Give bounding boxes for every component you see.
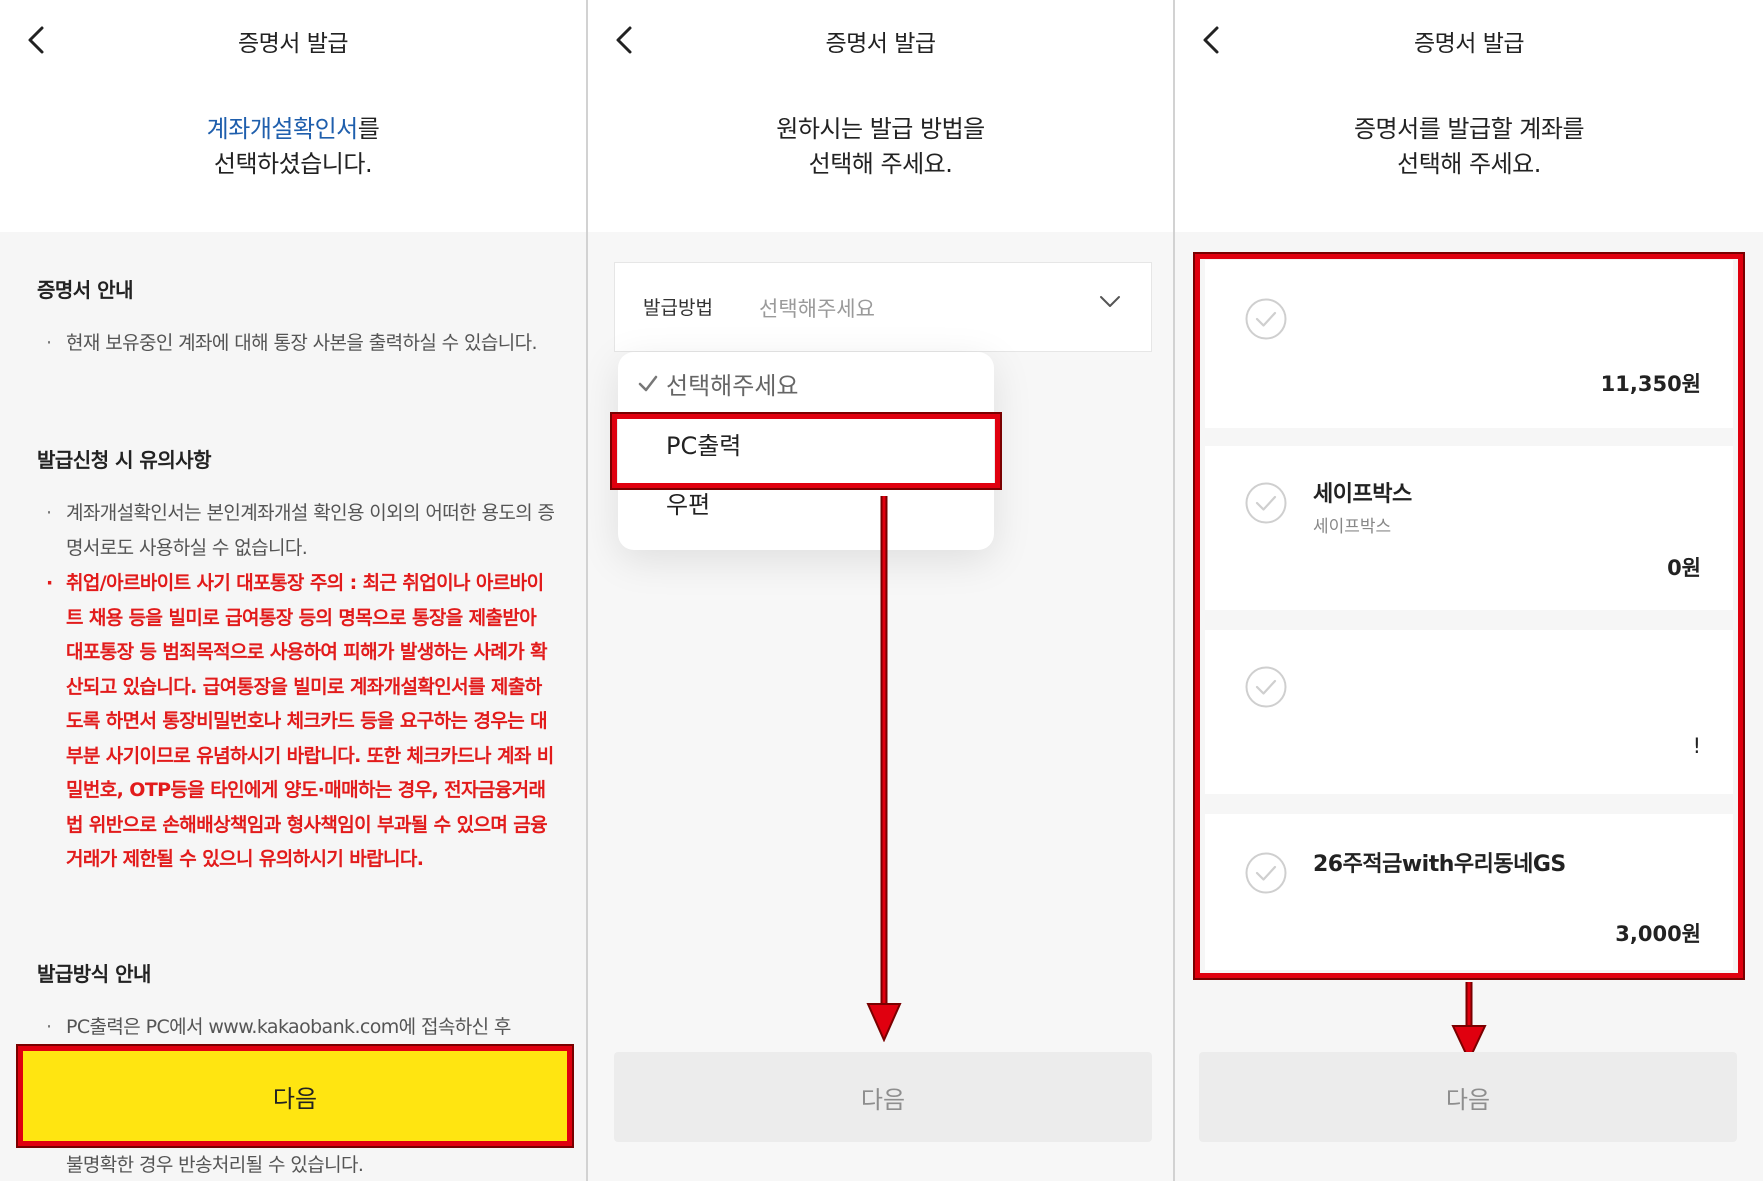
warning-bullet: · 취업/아르바이트 사기 대포통장 주의 : 최근 취업이나 아르바이트 채용 … — [46, 572, 554, 870]
panel-account-select: 증명서 발급 증명서를 발급할 계좌를 선택해 주세요. 11,350원 세이프… — [1175, 0, 1763, 1181]
page-title: 증명서 발급 — [237, 31, 349, 57]
bullet-item: · 계좌개설확인서는 본인계좌개설 확인용 이외의 어떠한 용도의 증명서로도 사… — [46, 502, 555, 559]
highlight-box — [18, 1046, 572, 1146]
headline-line2: 선택해 주세요. — [1397, 150, 1541, 178]
headline: 증명서를 발급할 계좌를 선택해 주세요. — [1175, 112, 1763, 182]
section-title-notice: 발급신청 시 유의사항 — [37, 448, 212, 472]
footer-note: 불명확한 경우 반송처리될 수 있습니다. — [66, 1154, 364, 1176]
bullet-text: PC출력은 PC에서 www.kakaobank.com에 접속하신 후 — [66, 1016, 511, 1038]
arrow-down-icon — [1451, 982, 1487, 1062]
warning-text: 취업/아르바이트 사기 대포통장 주의 : 최근 취업이나 아르바이트 채용 등… — [66, 572, 554, 870]
section-title-certificate-info: 증명서 안내 — [37, 278, 133, 302]
header: 증명서 발급 — [1175, 0, 1763, 84]
headline-line1: 증명서를 발급할 계좌를 — [1353, 115, 1585, 143]
page-title: 증명서 발급 — [1413, 31, 1525, 57]
headline: 계좌개설확인서를 선택하셨습니다. — [0, 112, 586, 182]
headline-line1: 원하시는 발급 방법을 — [776, 115, 985, 143]
section-title-issue-method: 발급방식 안내 — [37, 962, 151, 986]
selected-certificate-name: 계좌개설확인서 — [206, 115, 359, 143]
next-button[interactable]: 다음 — [614, 1052, 1152, 1142]
panel-issue-method: 증명서 발급 원하시는 발급 방법을 선택해 주세요. 발급방법 선택해주세요 … — [588, 0, 1175, 1181]
bullet-item: · PC출력은 PC에서 www.kakaobank.com에 접속하신 후 — [46, 1016, 511, 1038]
header: 증명서 발급 — [0, 0, 586, 84]
header: 증명서 발급 — [588, 0, 1173, 84]
headline-line2: 선택하셨습니다. — [213, 150, 373, 178]
page-title: 증명서 발급 — [825, 31, 936, 57]
bullet-text: 계좌개설확인서는 본인계좌개설 확인용 이외의 어떠한 용도의 증명서로도 사용… — [66, 502, 555, 559]
panel-certificate-info: 증명서 발급 계좌개설확인서를 선택하셨습니다. 증명서 안내 · 현재 보유중인… — [0, 0, 588, 1181]
select-value: 선택해주세요 — [759, 297, 875, 321]
headline-line2: 선택해 주세요. — [808, 150, 953, 178]
arrow-down-icon — [866, 496, 902, 1042]
highlight-box — [1195, 254, 1743, 978]
option-select-please[interactable]: 선택해주세요 — [666, 366, 798, 401]
check-icon — [638, 375, 658, 392]
bullet-item: · 현재 보유중인 계좌에 대해 통장 사본을 출력하실 수 있습니다. — [46, 332, 538, 354]
chevron-down-icon — [1100, 296, 1120, 307]
headline: 원하시는 발급 방법을 선택해 주세요. — [588, 112, 1173, 182]
select-label: 발급방법 — [643, 297, 713, 319]
bullet-text: 현재 보유중인 계좌에 대해 통장 사본을 출력하실 수 있습니다. — [66, 332, 538, 354]
highlight-box — [612, 414, 1000, 488]
issue-method-select[interactable]: 발급방법 선택해주세요 — [614, 262, 1152, 352]
option-mail[interactable]: 우편 — [666, 485, 710, 520]
headline-suffix: 를 — [357, 115, 380, 143]
next-button[interactable]: 다음 — [1199, 1052, 1737, 1142]
